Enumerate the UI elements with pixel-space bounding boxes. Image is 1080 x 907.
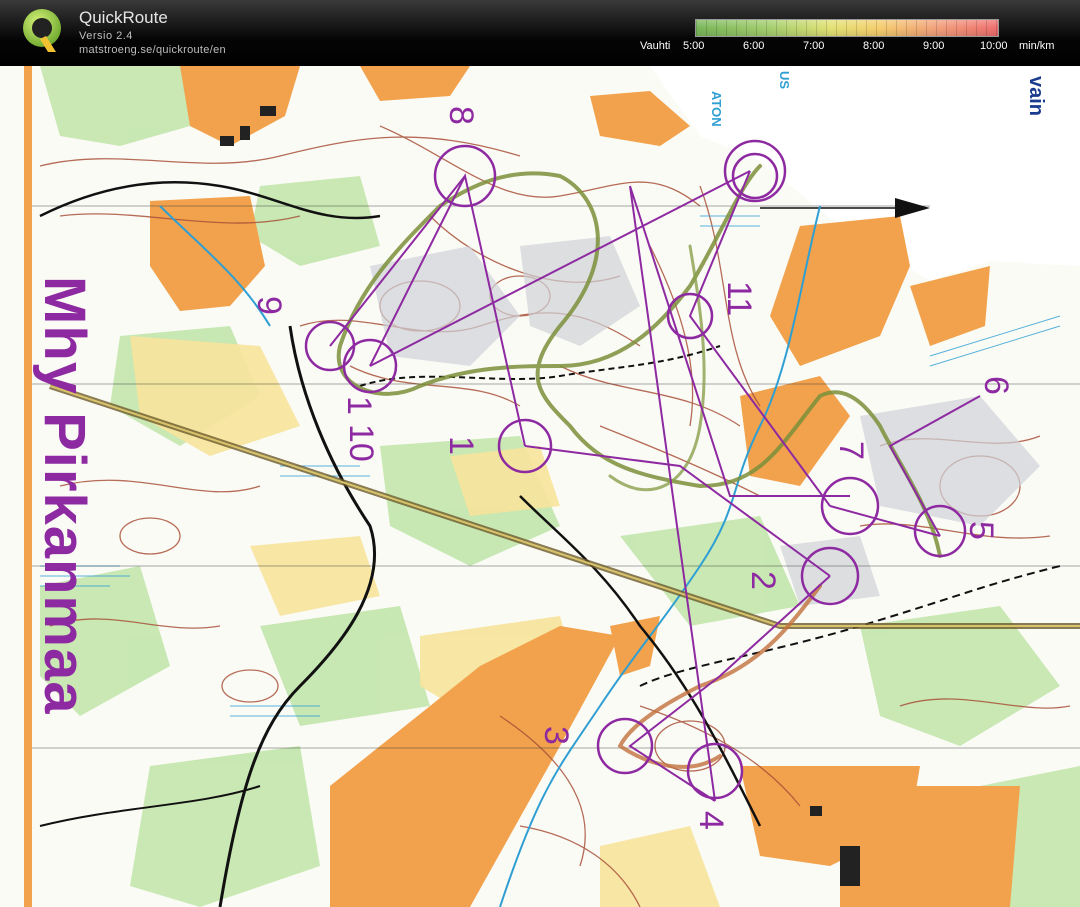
pace-tick: 9:00 [923,40,945,52]
quickroute-logo-icon [23,9,61,52]
map-canvas[interactable]: 8 9 1 10 1 11 6 7 5 2 3 4 vain ATON US [0,66,1080,907]
control-number-11: 11 [720,281,758,316]
app-version: Versio 2.4 [79,30,133,42]
control-number-4: 4 [692,811,730,830]
pace-tick: 8:00 [863,40,885,52]
control-number-2: 2 [744,571,782,590]
control-number-9: 9 [250,296,288,315]
pace-color-bar [695,19,999,37]
control-number-6: 6 [977,376,1015,395]
pace-tick: 5:00 [683,40,705,52]
region-label: Mhy Pirkanmaa [32,276,97,715]
map-label-vain: vain [1025,76,1047,116]
control-number-10: 10 [342,424,380,462]
pace-unit: min/km [1019,40,1055,52]
control-number-10a: 1 [340,396,378,415]
pace-tick: 10:00 [980,40,1008,52]
pace-legend-label: Vauhti [640,40,671,52]
control-number-1: 1 [442,436,480,455]
app-title: QuickRoute [79,8,168,27]
map-label-us: US [777,71,792,89]
pace-tick: 7:00 [803,40,825,52]
control-number-8: 8 [442,106,480,125]
pace-tick: 6:00 [743,40,765,52]
app-header: QuickRoute Versio 2.4 matstroeng.se/quic… [0,0,1080,66]
control-number-7: 7 [832,441,870,460]
control-number-5: 5 [962,521,1000,540]
map-label-aton: ATON [709,91,724,127]
pace-legend: Vauhti 5:00 6:00 7:00 8:00 9:00 10:00 mi… [640,18,1080,58]
app-url[interactable]: matstroeng.se/quickroute/en [79,44,226,56]
orienteering-map[interactable]: 8 9 1 10 1 11 6 7 5 2 3 4 vain ATON US M… [0,66,1080,907]
control-number-3: 3 [537,726,575,745]
